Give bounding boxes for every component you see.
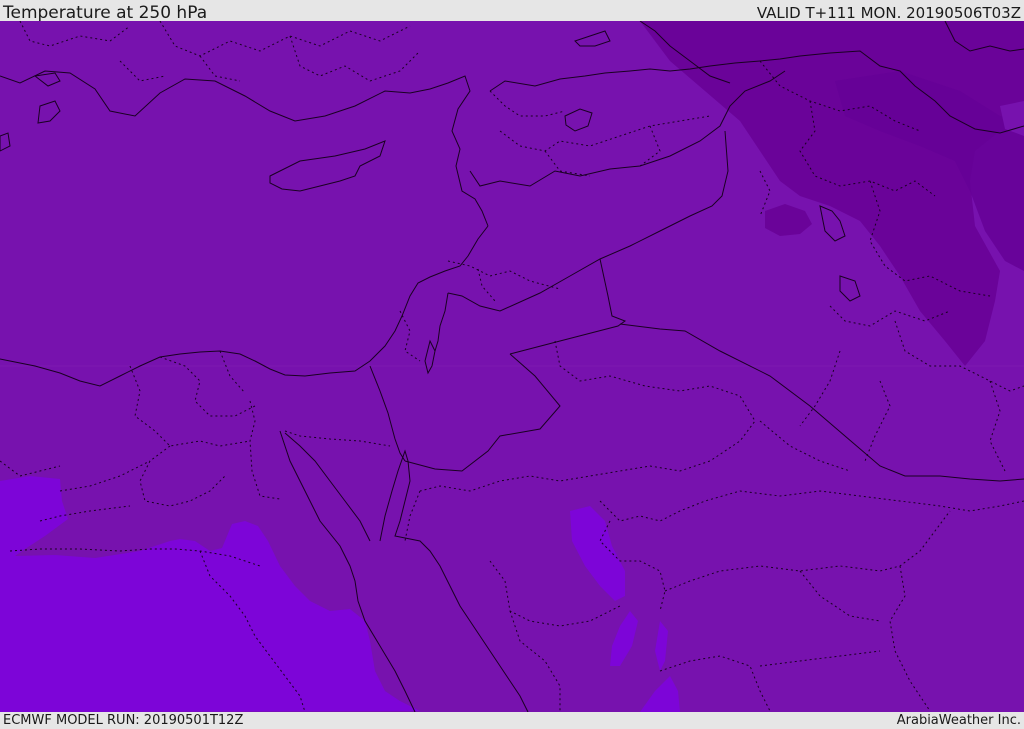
footer-bar: ECMWF MODEL RUN: 20190501T12Z ArabiaWeat…: [0, 712, 1024, 729]
map-title: Temperature at 250 hPa: [3, 3, 208, 23]
model-run-label: ECMWF MODEL RUN: 20190501T12Z: [3, 713, 244, 728]
credit-label: ArabiaWeather Inc.: [896, 713, 1021, 728]
map-canvas[interactable]: [0, 21, 1024, 712]
valid-time: VALID T+111 MON. 20190506T03Z: [756, 4, 1021, 22]
header-bar: Temperature at 250 hPa VALID T+111 MON. …: [0, 0, 1024, 23]
map-svg: [0, 21, 1024, 712]
map-viewer: Temperature at 250 hPa VALID T+111 MON. …: [0, 0, 1024, 729]
